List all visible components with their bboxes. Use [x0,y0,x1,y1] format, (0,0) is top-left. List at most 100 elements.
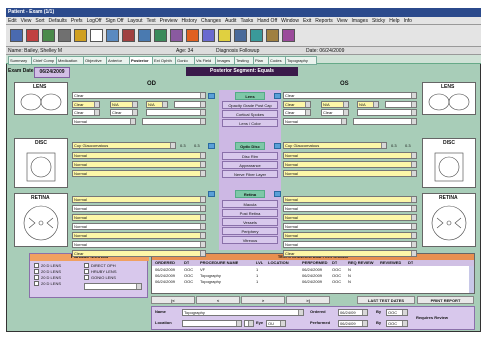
prev-record-button[interactable]: < [196,296,240,304]
ordered-date-field[interactable]: 06/24/09 [338,309,368,316]
menu-item[interactable]: Tasks [240,18,253,24]
copy-od-to-os-arrow-icon[interactable] [208,191,215,197]
od-retina-row[interactable]: Normal [72,214,206,221]
fundus-checkbox[interactable] [34,263,39,268]
os-cortical-2[interactable]: Clear [321,109,349,116]
os-retina-diagram[interactable]: RETINA [422,193,476,247]
lens-item-label[interactable]: Opacity Grade Post Cap [222,101,278,109]
od-cortical[interactable]: Clear [72,109,100,116]
copy-od-to-os-arrow-icon[interactable] [208,143,215,149]
menu-item[interactable]: Sign Off [105,18,123,24]
menu-item[interactable]: Info [404,18,412,24]
table-row[interactable]: 06/24/2009 OOC Topography 1 06/24/2009 OOC N [152,279,474,284]
table-row[interactable]: 06/24/2009 OOC VF 1 06/24/2009 OOC N [152,267,474,272]
os-retina-row[interactable]: Normal [283,196,417,203]
fundus-checkbox[interactable] [84,269,89,274]
menu-item[interactable]: Defaults [49,18,67,24]
tests-table-scrollbar[interactable] [469,266,474,293]
os-cup-select[interactable]: Cup Glaucomatous [283,142,387,149]
od-lens-diagram[interactable]: LENS [14,82,68,115]
note-icon[interactable] [218,29,231,42]
disc-item-label[interactable]: Nerve Fiber Layer [222,170,278,178]
od-retina-row[interactable]: Normal [72,232,206,239]
copy-os-to-od-arrow-icon[interactable] [274,93,281,99]
os-cortical[interactable]: Clear [283,109,311,116]
requires-review-label[interactable]: Requires Review [416,315,448,321]
fundus-checkbox[interactable] [34,269,39,274]
od-cortical-notes[interactable] [146,109,206,116]
os-retina-row[interactable]: Normal [283,223,417,230]
os-disc-row[interactable]: Normal [283,170,417,177]
os-lens-notes[interactable] [385,101,417,108]
disc-item-label[interactable]: Appearance [222,161,278,169]
building-icon[interactable] [106,29,119,42]
od-retina-row[interactable]: Normal [72,205,206,212]
od-disc-row[interactable]: Normal [72,161,206,168]
menu-item[interactable]: Hand Off [257,18,277,24]
menu-item[interactable]: LogOff [87,18,102,24]
scan-icon[interactable] [250,29,263,42]
tab-medication[interactable]: Medication [56,56,86,65]
fundus-checkbox[interactable] [84,275,89,280]
od-retina-diagram[interactable]: RETINA [14,193,68,247]
test-name-select[interactable]: Topography [182,309,304,316]
fundus-checkbox[interactable] [34,275,39,280]
document-icon[interactable] [90,29,103,42]
menu-item[interactable]: Help [389,18,399,24]
tools-icon[interactable] [266,29,279,42]
lens-section-button[interactable]: Lens [235,92,265,100]
settings-icon[interactable] [282,29,295,42]
od-retina-row[interactable]: Clear [72,250,206,257]
eye-icon[interactable] [154,29,167,42]
first-record-button[interactable]: |< [151,296,195,304]
os-disc-row[interactable]: Normal [283,152,417,159]
lens-item-label[interactable]: Cortical Spokes [222,110,278,118]
os-lens-post-cap[interactable]: N/A [321,101,349,108]
menu-item[interactable]: Sort [35,18,44,24]
table-row[interactable]: 06/24/2009 OOC Topography 1 06/24/2009 OOC N [152,273,474,278]
eye-select[interactable]: OU [266,320,286,327]
print-report-button[interactable]: PRINT REPORT [417,296,474,304]
copy-od-to-os-arrow-icon[interactable] [208,93,215,99]
od-disc-row[interactable]: Normal [72,152,206,159]
od-lens-color[interactable]: Normal [72,118,136,125]
retina-item-label[interactable]: Periphery [222,227,278,235]
people-icon[interactable] [122,29,135,42]
fundus-checkbox[interactable] [84,263,89,268]
location-select[interactable] [182,320,242,327]
od-retina-row[interactable]: Normal [72,241,206,248]
os-retina-row[interactable]: Normal [283,241,417,248]
image-icon[interactable] [138,29,151,42]
od-lens-grade[interactable]: Clear [72,101,100,108]
lens-item-label[interactable]: Lens / Color [222,119,278,127]
od-lens-color-notes[interactable] [142,118,206,125]
os-retina-row[interactable]: Normal [283,232,417,239]
retina-item-label[interactable]: Vessels [222,218,278,226]
warning-icon[interactable] [186,29,199,42]
os-retina-row[interactable]: Normal [283,205,417,212]
menu-item[interactable]: Reports [315,18,333,24]
os-retina-row[interactable]: Clear [283,250,417,257]
next-record-button[interactable]: > [241,296,285,304]
os-lens-cap-extra[interactable]: N/A [357,101,379,108]
tab-chief-comp[interactable]: Chief Comp [31,56,59,65]
menu-item[interactable]: Prefs [71,18,83,24]
os-lens-color-notes[interactable] [353,118,417,125]
menu-item[interactable]: Images [352,18,368,24]
od-disc-row[interactable]: Normal [72,170,206,177]
menu-item[interactable]: Layout [127,18,142,24]
pen-icon[interactable] [170,29,183,42]
os-cd-ratio-2[interactable]: 0.3 [405,143,411,148]
menu-item[interactable]: Changes [201,18,221,24]
os-lens-color[interactable]: Normal [283,118,347,125]
retina-item-label[interactable]: Post Retina [222,209,278,217]
last-test-dates-button[interactable]: LAST TEST DATES [357,296,415,304]
performed-date-field[interactable]: 06/24/09 [338,320,368,327]
od-cd-ratio-2[interactable]: 0.3 [194,143,200,148]
menu-item[interactable]: Text [146,18,155,24]
od-lens-opacity[interactable]: Clear [72,92,206,99]
od-lens-cap-extra[interactable]: N/A [146,101,168,108]
menu-item[interactable]: Sticky [372,18,385,24]
menu-item[interactable]: Audit [225,18,236,24]
os-cortical-notes[interactable] [357,109,417,116]
